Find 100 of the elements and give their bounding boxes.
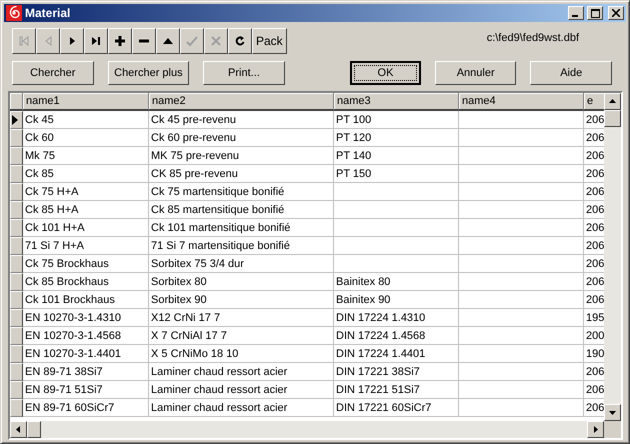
scroll-thumb[interactable] <box>27 421 41 438</box>
table-cell: DIN 17224 1.4310 <box>334 309 459 327</box>
navigator-button[interactable] <box>156 28 180 54</box>
table-cell: Ck 85 H+A <box>23 201 149 219</box>
table-cell: MK 75 pre-revenu <box>149 147 334 165</box>
last-record-icon <box>90 35 102 47</box>
table-cell: X 7 CrNiAl 17 7 <box>149 327 334 345</box>
dialog-button[interactable]: Chercher plus <box>108 61 190 85</box>
column-header[interactable]: name2 <box>149 93 334 111</box>
row-indicator[interactable] <box>10 201 23 219</box>
table-cell: Ck 75 H+A <box>23 183 149 201</box>
table-cell: Ck 101 martensitique bonifié <box>149 219 334 237</box>
table-cell: Mk 75 <box>23 147 149 165</box>
table-cell: EN 89-71 60SiCr7 <box>23 399 149 417</box>
table-cell: Ck 101 Brockhaus <box>23 291 149 309</box>
table-cell: CK 85 pre-revenu <box>149 165 334 183</box>
dialog-button[interactable]: Print... <box>203 61 285 85</box>
scroll-thumb[interactable] <box>604 110 621 127</box>
scroll-right-button[interactable] <box>587 421 604 438</box>
row-indicator[interactable] <box>10 255 23 273</box>
navigator-button[interactable] <box>60 28 84 54</box>
table-cell: PT 100 <box>334 111 459 129</box>
scroll-left-button[interactable] <box>10 421 27 438</box>
table-cell: PT 120 <box>334 129 459 147</box>
table-cell: DIN 17221 51Si7 <box>334 381 459 399</box>
table-cell: Sorbitex 75 3/4 dur <box>149 255 334 273</box>
table-cell: Bainitex 90 <box>334 291 459 309</box>
row-indicator[interactable] <box>10 327 23 345</box>
horizontal-scrollbar[interactable] <box>10 421 604 438</box>
table-cell: Laminer chaud ressort acier <box>149 399 334 417</box>
table-cell: Ck 75 martensitique bonifié <box>149 183 334 201</box>
navigator-button[interactable] <box>132 28 156 54</box>
table-cell: EN 10270-3-1.4310 <box>23 309 149 327</box>
navigator-button[interactable] <box>84 28 108 54</box>
close-button[interactable] <box>608 6 624 20</box>
table-cell: Ck 60 pre-revenu <box>149 129 334 147</box>
refresh-icon <box>234 35 246 47</box>
row-indicator[interactable] <box>10 165 23 183</box>
table-cell: PT 140 <box>334 147 459 165</box>
maximize-button[interactable] <box>587 6 603 20</box>
column-header[interactable]: name1 <box>23 93 149 111</box>
up-arrow-icon <box>609 98 616 105</box>
row-indicator[interactable] <box>10 291 23 309</box>
dialog-button[interactable]: Chercher <box>12 61 94 85</box>
dialog-button[interactable]: Aide <box>530 61 612 85</box>
row-indicator[interactable] <box>10 273 23 291</box>
table-cell: Ck 60 <box>23 129 149 147</box>
first-record-icon <box>18 35 30 47</box>
table-cell: DIN 17221 60SiCr7 <box>334 399 459 417</box>
row-indicator[interactable] <box>10 183 23 201</box>
table-cell: Bainitex 80 <box>334 273 459 291</box>
row-indicator[interactable] <box>10 399 23 417</box>
current-row-icon <box>11 114 19 126</box>
cross-icon <box>210 35 222 47</box>
column-header[interactable]: e <box>584 93 604 111</box>
table-cell: EN 89-71 51Si7 <box>23 381 149 399</box>
pack-button[interactable]: Pack <box>252 28 287 54</box>
row-indicator[interactable] <box>10 219 23 237</box>
table-cell: Ck 45 pre-revenu <box>149 111 334 129</box>
scroll-up-button[interactable] <box>604 93 621 110</box>
row-indicator[interactable] <box>10 129 23 147</box>
plus-icon <box>114 35 126 47</box>
table-cell: Ck 85 martensitique bonifié <box>149 201 334 219</box>
table-cell: PT 150 <box>334 165 459 183</box>
table-cell: Ck 85 Brockhaus <box>23 273 149 291</box>
column-header[interactable]: name3 <box>334 93 459 111</box>
navigator-button[interactable] <box>108 28 132 54</box>
dialog-button[interactable]: Annuler <box>434 61 516 85</box>
table-cell: DIN 17224 1.4568 <box>334 327 459 345</box>
table-cell: 71 Si 7 martensitique bonifié <box>149 237 334 255</box>
table-cell: EN 10270-3-1.4568 <box>23 327 149 345</box>
navigator-button[interactable] <box>228 28 252 54</box>
table-cell: DIN 17221 38Si7 <box>334 363 459 381</box>
table-cell: Ck 75 Brockhaus <box>23 255 149 273</box>
table-cell: EN 10270-3-1.4401 <box>23 345 149 363</box>
table-cell: Laminer chaud ressort acier <box>149 381 334 399</box>
close-icon <box>612 9 620 17</box>
table-cell: Ck 45 <box>23 111 149 129</box>
file-path: c:\fed9\fed9wst.dbf <box>486 32 580 46</box>
row-indicator[interactable] <box>10 345 23 363</box>
down-arrow-icon <box>609 409 616 416</box>
vertical-scrollbar[interactable] <box>604 93 621 421</box>
row-indicator[interactable] <box>10 237 23 255</box>
table-cell: DIN 17224 1.4401 <box>334 345 459 363</box>
minimize-button[interactable] <box>568 6 584 20</box>
left-arrow-icon <box>15 426 22 433</box>
dialog-button[interactable]: OK <box>350 61 421 85</box>
table-cell: 71 Si 7 H+A <box>23 237 149 255</box>
table-cell: Sorbitex 80 <box>149 273 334 291</box>
table-cell: Ck 101 H+A <box>23 219 149 237</box>
table-cell: Ck 85 <box>23 165 149 183</box>
row-indicator[interactable] <box>10 363 23 381</box>
row-indicator[interactable] <box>10 147 23 165</box>
table-cell: X 5 CrNiMo 18 10 <box>149 345 334 363</box>
column-header[interactable]: name4 <box>459 93 584 111</box>
row-indicator[interactable] <box>10 111 23 129</box>
table-cell: X12 CrNi 17 7 <box>149 309 334 327</box>
row-indicator[interactable] <box>10 309 23 327</box>
row-indicator[interactable] <box>10 381 23 399</box>
scroll-down-button[interactable] <box>604 404 621 421</box>
